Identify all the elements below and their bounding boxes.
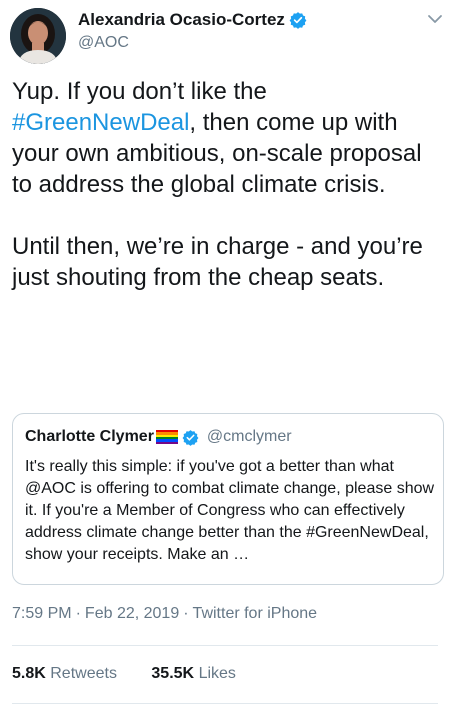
tweet-metadata: 7:59 PM · Feb 22, 2019 · Twitter for iPhone — [12, 605, 317, 623]
avatar[interactable] — [10, 8, 66, 64]
tweet-time[interactable]: 7:59 PM — [12, 605, 72, 622]
divider — [12, 703, 438, 704]
separator: · — [75, 605, 81, 622]
retweets-stat[interactable]: 5.8K Retweets — [12, 665, 117, 683]
author-display-name[interactable]: Alexandria Ocasio-Cortez — [78, 10, 285, 30]
quoted-tweet-text: It's really this simple: if you've got a… — [25, 458, 435, 563]
divider — [12, 645, 438, 646]
tweet-date[interactable]: Feb 22, 2019 — [85, 605, 179, 622]
retweets-count: 5.8K — [12, 665, 46, 682]
author-handle[interactable]: @AOC — [78, 34, 307, 52]
author-info: Alexandria Ocasio-Cortez @AOC — [78, 10, 307, 52]
quoted-tweet[interactable]: Charlotte Clymer @cmclymer It's really t… — [12, 413, 444, 585]
retweets-label: Retweets — [50, 665, 117, 682]
likes-label: Likes — [198, 665, 236, 682]
tweet-paragraph-1: Yup. If you don’t like the #GreenNewDeal… — [12, 76, 440, 200]
likes-count: 35.5K — [151, 665, 195, 682]
tweet-stats: 5.8K Retweets 35.5K Likes — [12, 665, 236, 683]
quoted-tweet-header: Charlotte Clymer @cmclymer — [25, 428, 292, 446]
quoted-author-handle: @cmclymer — [206, 428, 292, 445]
hashtag-link[interactable]: #GreenNewDeal — [12, 109, 189, 136]
tweet-header: Alexandria Ocasio-Cortez @AOC — [0, 0, 450, 70]
chevron-down-icon[interactable] — [426, 10, 444, 28]
author-name-row: Alexandria Ocasio-Cortez — [78, 10, 307, 30]
verified-icon — [289, 11, 307, 29]
tweet-text: Yup. If you don’t like the #GreenNewDeal… — [12, 76, 440, 293]
tweet-paragraph-2: Until then, we’re in charge - and you’re… — [12, 233, 423, 291]
rainbow-flag-icon — [155, 430, 178, 444]
verified-icon — [182, 429, 199, 446]
quoted-author-name: Charlotte Clymer — [25, 428, 154, 445]
tweet-client[interactable]: Twitter for iPhone — [193, 605, 318, 622]
likes-stat[interactable]: 35.5K Likes — [151, 665, 236, 683]
separator: · — [183, 605, 189, 622]
tweet-text-part: Yup. If you don’t like the — [12, 78, 267, 105]
